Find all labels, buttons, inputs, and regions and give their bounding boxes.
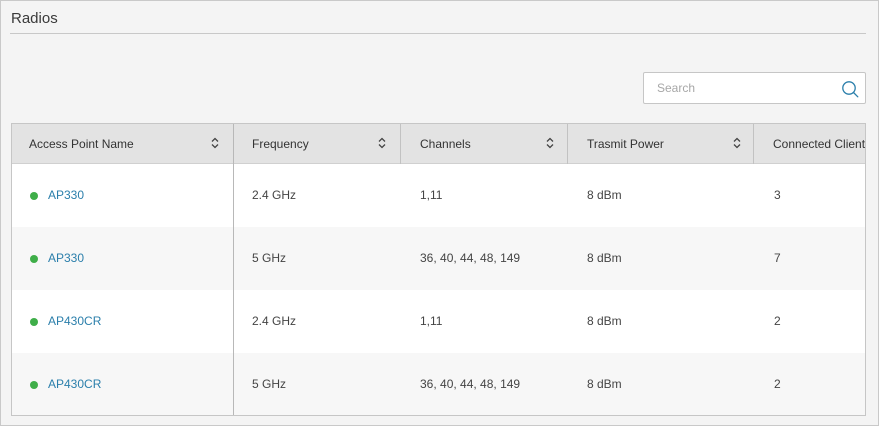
column-label: Access Point Name (29, 137, 134, 151)
status-dot-icon (30, 255, 38, 263)
frequency-cell: 5 GHz (252, 377, 287, 391)
column-separator[interactable] (400, 124, 401, 164)
transmit-power-cell: 8 dBm (587, 377, 622, 391)
table-row[interactable]: AP330 5 GHz 36, 40, 44, 48, 149 8 dBm 7 (12, 227, 865, 290)
transmit-power-cell: 8 dBm (587, 188, 622, 202)
table-row[interactable]: AP330 2.4 GHz 1,11 8 dBm 3 (12, 164, 865, 227)
title-divider (10, 33, 866, 34)
status-dot-icon (30, 192, 38, 200)
sort-icon[interactable] (378, 137, 386, 149)
sort-icon[interactable] (546, 137, 554, 149)
radios-panel: Radios Access Point Name Frequency (0, 0, 879, 426)
channels-cell: 1,11 (420, 188, 443, 202)
channels-cell: 1,11 (420, 314, 443, 328)
section-title: Radios (11, 10, 58, 27)
column-label: Channels (420, 137, 471, 151)
search-icon[interactable] (841, 80, 859, 98)
column-divider[interactable] (233, 124, 234, 415)
connected-clients-cell: 7 (774, 251, 781, 265)
column-header-channels[interactable]: Channels (420, 124, 570, 164)
connected-clients-cell: 3 (774, 188, 781, 202)
frequency-cell: 2.4 GHz (252, 314, 297, 328)
sort-icon[interactable] (211, 137, 219, 149)
column-label: Frequency (252, 137, 309, 151)
access-point-link[interactable]: AP430CR (48, 353, 101, 415)
channels-cell: 36, 40, 44, 48, 149 (420, 251, 521, 265)
table-row[interactable]: AP430CR 5 GHz 36, 40, 44, 48, 149 8 dBm … (12, 353, 865, 415)
status-dot-icon (30, 318, 38, 326)
column-label: Trasmit Power (587, 137, 664, 151)
transmit-power-cell: 8 dBm (587, 251, 622, 265)
column-separator[interactable] (567, 124, 568, 164)
status-dot-icon (30, 381, 38, 389)
column-header-connected-clients[interactable]: Connected Clients (773, 124, 866, 164)
frequency-cell: 2.4 GHz (252, 188, 297, 202)
access-point-link[interactable]: AP430CR (48, 290, 101, 353)
column-label: Connected Clients (773, 137, 866, 151)
access-point-link[interactable]: AP330 (48, 227, 84, 290)
column-header-access-point-name[interactable]: Access Point Name (29, 124, 229, 164)
connected-clients-cell: 2 (774, 314, 781, 328)
column-separator[interactable] (753, 124, 754, 164)
column-header-frequency[interactable]: Frequency (252, 124, 402, 164)
channels-cell: 36, 40, 44, 48, 149 (420, 377, 521, 391)
access-point-link[interactable]: AP330 (48, 164, 84, 227)
table-row[interactable]: AP430CR 2.4 GHz 1,11 8 dBm 2 (12, 290, 865, 353)
transmit-power-cell: 8 dBm (587, 314, 622, 328)
connected-clients-cell: 2 (774, 377, 781, 391)
frequency-cell: 5 GHz (252, 251, 287, 265)
search-input[interactable] (644, 73, 834, 103)
table-header: Access Point Name Frequency Channels Tra… (12, 124, 865, 164)
radios-table: Access Point Name Frequency Channels Tra… (11, 123, 866, 416)
column-header-transmit-power[interactable]: Trasmit Power (587, 124, 747, 164)
search-box[interactable] (643, 72, 866, 104)
sort-icon[interactable] (733, 137, 741, 149)
